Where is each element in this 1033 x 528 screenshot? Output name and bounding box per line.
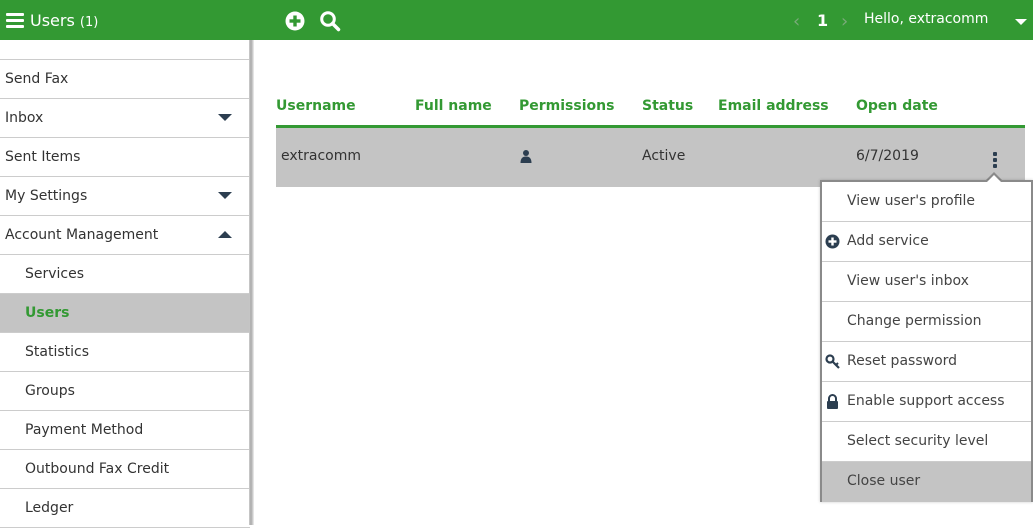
search-icon[interactable]	[319, 10, 341, 32]
user-count: (1)	[79, 15, 99, 30]
sidebar-item-label: Account Management	[5, 227, 159, 243]
sidebar-item-label: Statistics	[25, 344, 89, 360]
sidebar-item-label: Outbound Fax Credit	[25, 461, 170, 477]
sidebar-spacer	[0, 40, 250, 60]
menu-item-label: Reset password	[847, 353, 958, 369]
menu-item-label: Change permission	[847, 313, 982, 329]
sidebar-item-services[interactable]: Services	[0, 255, 250, 294]
menu-item-label: Close user	[847, 473, 921, 489]
key-icon	[825, 354, 840, 369]
sidebar-item-users[interactable]: Users	[0, 294, 250, 333]
menu-item-label: Add service	[847, 233, 929, 249]
sidebar-item-label: Ledger	[25, 500, 74, 516]
menu-item-enable-support-access[interactable]: Enable support access	[822, 382, 1031, 422]
sidebar: Send Fax Inbox Sent Items My Settings Ac…	[0, 40, 250, 528]
cell-status: Active	[642, 148, 686, 164]
sidebar-item-send-fax[interactable]: Send Fax	[0, 60, 250, 99]
menu-item-label: Enable support access	[847, 393, 1005, 409]
user-menu-caret-icon[interactable]	[1015, 19, 1027, 25]
sidebar-item-label: Payment Method	[25, 422, 144, 438]
menu-item-add-service[interactable]: Add service	[822, 222, 1031, 262]
menu-item-view-profile[interactable]: View user's profile	[822, 182, 1031, 222]
caret-up-icon[interactable]	[218, 231, 232, 238]
menu-item-close-user[interactable]: Close user	[822, 462, 1031, 502]
sidebar-resize-handle[interactable]	[249, 40, 254, 525]
sidebar-item-label: Sent Items	[5, 149, 81, 165]
lock-icon	[827, 394, 838, 409]
sidebar-item-sent-items[interactable]: Sent Items	[0, 138, 250, 177]
sidebar-item-label: Inbox	[5, 110, 44, 126]
column-header-full-name[interactable]: Full name	[415, 98, 492, 114]
column-header-email[interactable]: Email address	[718, 98, 829, 114]
user-icon	[520, 150, 532, 163]
column-header-status[interactable]: Status	[642, 98, 693, 114]
sidebar-item-label: Services	[25, 266, 85, 282]
table-row[interactable]: extracomm Active 6/7/2019	[276, 128, 1025, 187]
sidebar-item-label: Groups	[25, 383, 75, 399]
sidebar-item-outbound-fax-credit[interactable]: Outbound Fax Credit	[0, 450, 250, 489]
menu-item-change-permission[interactable]: Change permission	[822, 302, 1031, 342]
cell-username: extracomm	[281, 148, 362, 164]
menu-item-select-security-level[interactable]: Select security level	[822, 422, 1031, 462]
add-icon[interactable]	[284, 10, 306, 32]
hamburger-menu-icon[interactable]	[6, 13, 24, 29]
pager-next-button[interactable]: ›	[841, 11, 848, 32]
menu-item-label: Select security level	[847, 433, 989, 449]
menu-item-label: View user's profile	[847, 193, 976, 209]
user-greeting[interactable]: Hello, extracomm	[864, 11, 988, 27]
column-header-username[interactable]: Username	[276, 98, 356, 114]
sidebar-item-statistics[interactable]: Statistics	[0, 333, 250, 372]
sidebar-item-my-settings[interactable]: My Settings	[0, 177, 250, 216]
top-bar: Users (1) ‹ 1 › Hello, extracomm	[0, 0, 1033, 40]
sidebar-item-label: Users	[25, 305, 70, 321]
sidebar-item-payment-method[interactable]: Payment Method	[0, 411, 250, 450]
pager-prev-button[interactable]: ‹	[793, 11, 800, 32]
menu-item-reset-password[interactable]: Reset password	[822, 342, 1031, 382]
users-table: Username Full name Permissions Status Em…	[276, 92, 1025, 187]
sidebar-item-label: My Settings	[5, 188, 88, 204]
menu-item-view-inbox[interactable]: View user's inbox	[822, 262, 1031, 302]
caret-down-icon[interactable]	[218, 192, 232, 199]
menu-pointer-inner	[987, 175, 1001, 182]
column-header-permissions[interactable]: Permissions	[519, 98, 614, 114]
sidebar-item-ledger[interactable]: Ledger	[0, 489, 250, 528]
cell-open-date: 6/7/2019	[856, 148, 919, 164]
caret-down-icon[interactable]	[218, 114, 232, 121]
page-title: Users (1)	[30, 11, 98, 30]
sidebar-item-account-management[interactable]: Account Management	[0, 216, 250, 255]
column-header-open-date[interactable]: Open date	[856, 98, 938, 114]
page-title-text: Users	[30, 11, 75, 30]
table-header: Username Full name Permissions Status Em…	[276, 92, 1025, 128]
sidebar-item-inbox[interactable]: Inbox	[0, 99, 250, 138]
row-actions-menu: View user's profile Add service View use…	[820, 180, 1033, 502]
plus-circle-icon	[825, 234, 840, 249]
pager-current-page: 1	[817, 11, 829, 30]
sidebar-item-groups[interactable]: Groups	[0, 372, 250, 411]
row-actions-kebab-icon[interactable]	[991, 152, 999, 170]
menu-item-label: View user's inbox	[847, 273, 969, 289]
sidebar-item-label: Send Fax	[5, 71, 69, 87]
